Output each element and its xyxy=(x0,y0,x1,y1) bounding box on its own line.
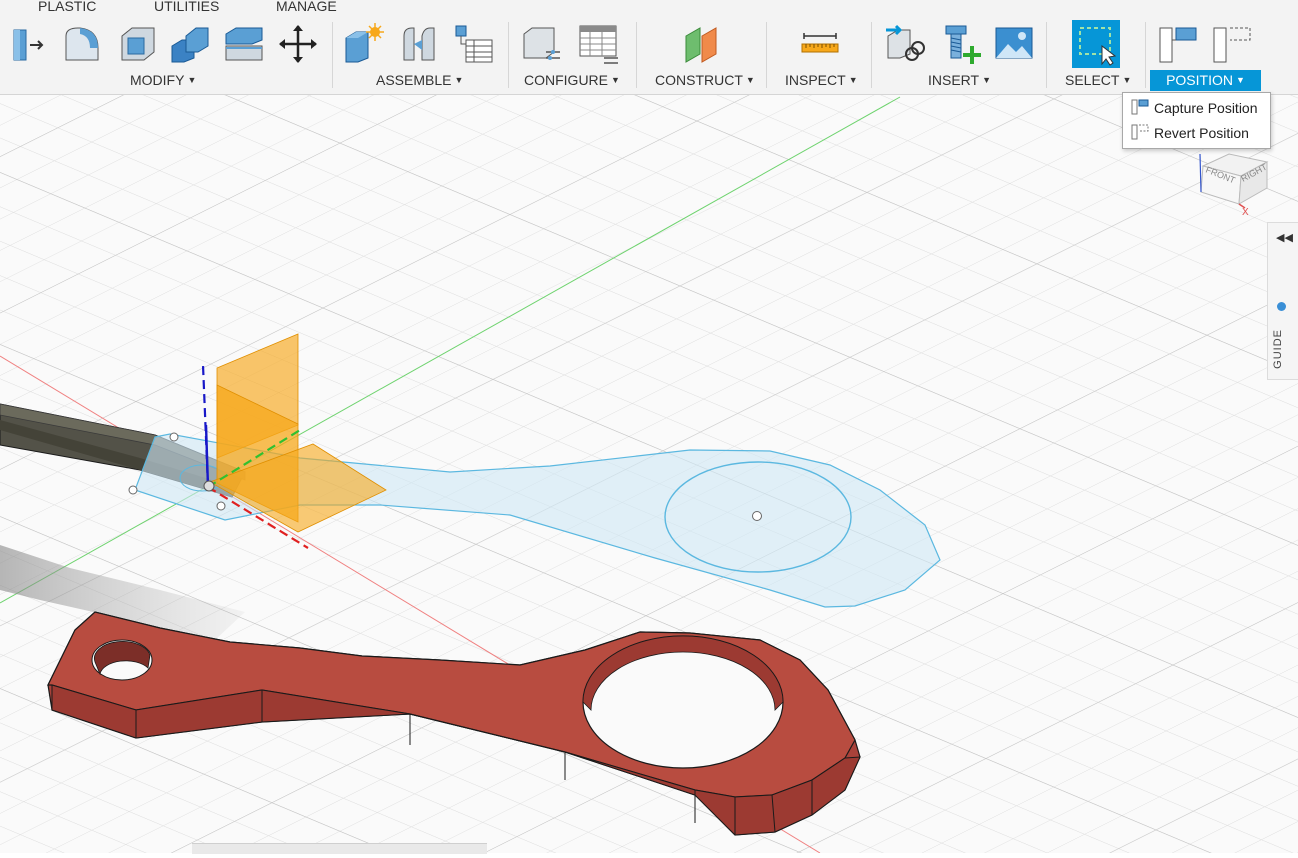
offset-plane-icon xyxy=(685,27,717,63)
configure-icon xyxy=(523,27,560,60)
guide-panel[interactable]: ◀◀ GUIDE xyxy=(1267,222,1298,380)
window-select-icon xyxy=(1079,27,1117,66)
position-dropdown: Capture Position Revert Position xyxy=(1122,92,1271,149)
move-copy-button[interactable] xyxy=(276,20,320,68)
group-divider xyxy=(332,22,333,88)
measure-icon xyxy=(801,33,839,53)
select-menu[interactable]: SELECT ▼ xyxy=(1065,72,1131,88)
component-table-button[interactable] xyxy=(452,20,496,68)
toolbar: PLASTIC UTILITIES MANAGE MODIFY ▼ ASSEMB… xyxy=(0,0,1298,95)
combine-icon xyxy=(171,27,209,63)
move-icon xyxy=(279,25,317,63)
design-canvas[interactable] xyxy=(0,94,1298,854)
joint-button[interactable] xyxy=(398,20,442,68)
chevron-down-icon: ▼ xyxy=(745,75,755,85)
guide-panel-label[interactable]: GUIDE xyxy=(1272,329,1284,369)
guide-indicator-dot xyxy=(1277,302,1286,311)
canvas-viewport[interactable] xyxy=(0,94,1298,854)
group-divider xyxy=(508,22,509,88)
insert-mcmaster-icon xyxy=(945,25,981,64)
tab-manage[interactable]: MANAGE xyxy=(276,0,337,14)
fillet-button[interactable] xyxy=(60,20,104,68)
offset-plane-button[interactable] xyxy=(680,20,724,68)
sketch-point[interactable] xyxy=(169,432,179,442)
fillet-icon xyxy=(65,27,99,61)
insert-mcmaster-button[interactable] xyxy=(940,20,984,68)
tab-utilities[interactable]: UTILITIES xyxy=(154,0,219,14)
offset-face-icon xyxy=(225,27,263,61)
new-component-icon xyxy=(345,23,384,63)
origin-point[interactable] xyxy=(203,480,215,492)
joint-icon xyxy=(403,27,435,61)
measure-button[interactable] xyxy=(798,20,842,68)
press-pull-button[interactable] xyxy=(8,20,52,68)
offset-face-button[interactable] xyxy=(222,20,266,68)
chevron-down-icon: ▼ xyxy=(848,75,858,85)
combine-button[interactable] xyxy=(168,20,212,68)
select-label: SELECT xyxy=(1065,72,1120,88)
group-divider xyxy=(1145,22,1146,88)
group-divider xyxy=(766,22,767,88)
shell-icon xyxy=(121,27,155,61)
new-component-button[interactable] xyxy=(342,20,386,68)
configure-table-icon xyxy=(579,25,618,64)
press-pull-icon xyxy=(13,29,44,61)
inspect-label: INSPECT xyxy=(785,72,846,88)
configure-menu[interactable]: CONFIGURE ▼ xyxy=(524,72,620,88)
assemble-menu[interactable]: ASSEMBLE ▼ xyxy=(376,72,463,88)
modify-menu[interactable]: MODIFY ▼ xyxy=(130,72,196,88)
configure-button[interactable] xyxy=(520,20,564,68)
inspect-menu[interactable]: INSPECT ▼ xyxy=(785,72,858,88)
group-divider xyxy=(1046,22,1047,88)
insert-canvas-icon xyxy=(995,27,1033,59)
insert-derive-icon xyxy=(886,24,925,61)
group-divider xyxy=(871,22,872,88)
collapse-left-icon[interactable]: ◀◀ xyxy=(1276,231,1293,244)
revert-position-button[interactable] xyxy=(1210,20,1254,68)
chevron-down-icon: ▼ xyxy=(187,75,197,85)
chevron-down-icon: ▼ xyxy=(1235,75,1245,85)
window-select-button[interactable] xyxy=(1072,20,1120,68)
construct-label: CONSTRUCT xyxy=(655,72,743,88)
modify-label: MODIFY xyxy=(130,72,185,88)
menu-item-revert-position[interactable]: Revert Position xyxy=(1123,120,1270,144)
position-label: POSITION xyxy=(1166,72,1233,88)
capture-position-icon xyxy=(1131,99,1149,115)
menu-item-capture-position[interactable]: Capture Position xyxy=(1123,95,1270,119)
component-table-icon xyxy=(455,25,493,63)
insert-canvas-button[interactable] xyxy=(992,20,1036,68)
sketch-point[interactable] xyxy=(128,485,138,495)
position-menu-button[interactable]: POSITION ▼ xyxy=(1150,70,1261,91)
construct-menu[interactable]: CONSTRUCT ▼ xyxy=(655,72,755,88)
viewcube[interactable]: FRONT RIGHT X xyxy=(1195,146,1275,218)
insert-menu[interactable]: INSERT ▼ xyxy=(928,72,991,88)
chevron-down-icon: ▼ xyxy=(454,75,464,85)
chevron-down-icon: ▼ xyxy=(611,75,620,85)
insert-derive-button[interactable] xyxy=(884,20,928,68)
shell-button[interactable] xyxy=(116,20,160,68)
assemble-label: ASSEMBLE xyxy=(376,72,452,88)
capture-position-icon xyxy=(1159,27,1197,63)
viewcube-x-axis-label: X xyxy=(1242,207,1249,216)
tab-plastic[interactable]: PLASTIC xyxy=(38,0,96,14)
chevron-down-icon: ▼ xyxy=(1122,75,1132,85)
configure-table-button[interactable] xyxy=(576,20,620,68)
menu-item-label: Capture Position xyxy=(1154,100,1258,116)
capture-position-button[interactable] xyxy=(1156,20,1200,68)
menu-item-label: Revert Position xyxy=(1154,125,1249,141)
group-divider xyxy=(636,22,637,88)
revert-position-icon xyxy=(1213,27,1251,63)
chevron-down-icon: ▼ xyxy=(982,75,992,85)
sketch-point[interactable] xyxy=(216,501,226,511)
navigation-bar[interactable] xyxy=(192,843,487,854)
configure-label: CONFIGURE xyxy=(524,72,608,88)
revert-position-icon xyxy=(1131,124,1149,140)
insert-label: INSERT xyxy=(928,72,980,88)
